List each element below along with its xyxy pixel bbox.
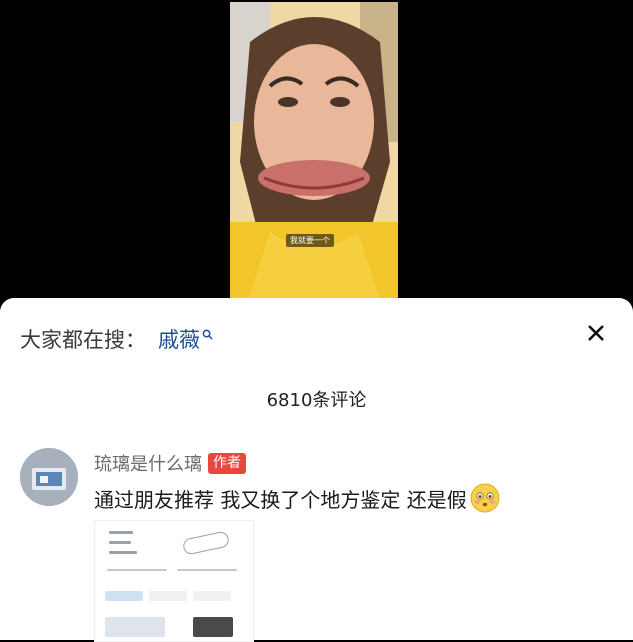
comment-attached-image[interactable]	[94, 520, 254, 642]
image-tab	[149, 591, 187, 601]
search-suggestion-prefix: 大家都在搜：	[20, 328, 146, 352]
comment-username[interactable]: 琉璃是什么璃	[94, 450, 202, 476]
comment-body: 通过朋友推荐 我又换了个地方鉴定 还是假	[94, 487, 467, 512]
image-text-line	[109, 531, 133, 534]
image-text-line	[177, 569, 237, 571]
close-icon[interactable]	[587, 324, 605, 342]
avatar-image	[20, 448, 78, 506]
image-block	[105, 617, 165, 637]
author-badge: 作者	[208, 452, 246, 474]
search-suggestion-term[interactable]: 戚薇	[158, 324, 200, 354]
search-icon[interactable]	[202, 329, 213, 340]
comment-count: 6810条评论	[266, 390, 367, 411]
close-button[interactable]	[583, 320, 609, 346]
image-text-line	[109, 551, 137, 554]
image-stamp	[181, 530, 231, 556]
comments-sheet: 大家都在搜： 戚薇 6810条评论 琉璃是什么璃 作者 通过朋友推荐 我又换了个…	[0, 298, 633, 642]
comment-header: 琉璃是什么璃 作者	[94, 450, 246, 476]
avatar[interactable]	[20, 448, 78, 506]
image-text-line	[107, 569, 167, 571]
video-thumbnail	[230, 2, 398, 300]
image-tab	[193, 591, 231, 601]
blushing-emoji-icon	[470, 483, 500, 513]
video-caption: 我就要一个	[286, 234, 334, 247]
comment-text: 通过朋友推荐 我又换了个地方鉴定 还是假	[94, 482, 501, 514]
image-text-line	[109, 541, 131, 544]
image-tab	[105, 591, 143, 601]
comment-item[interactable]: 琉璃是什么璃 作者 通过朋友推荐 我又换了个地方鉴定 还是假	[20, 448, 620, 642]
video-frame[interactable]: 我就要一个	[230, 2, 398, 300]
image-block	[193, 617, 233, 637]
video-player[interactable]: 我就要一个	[0, 0, 633, 302]
search-suggestion[interactable]: 大家都在搜： 戚薇	[20, 324, 213, 354]
